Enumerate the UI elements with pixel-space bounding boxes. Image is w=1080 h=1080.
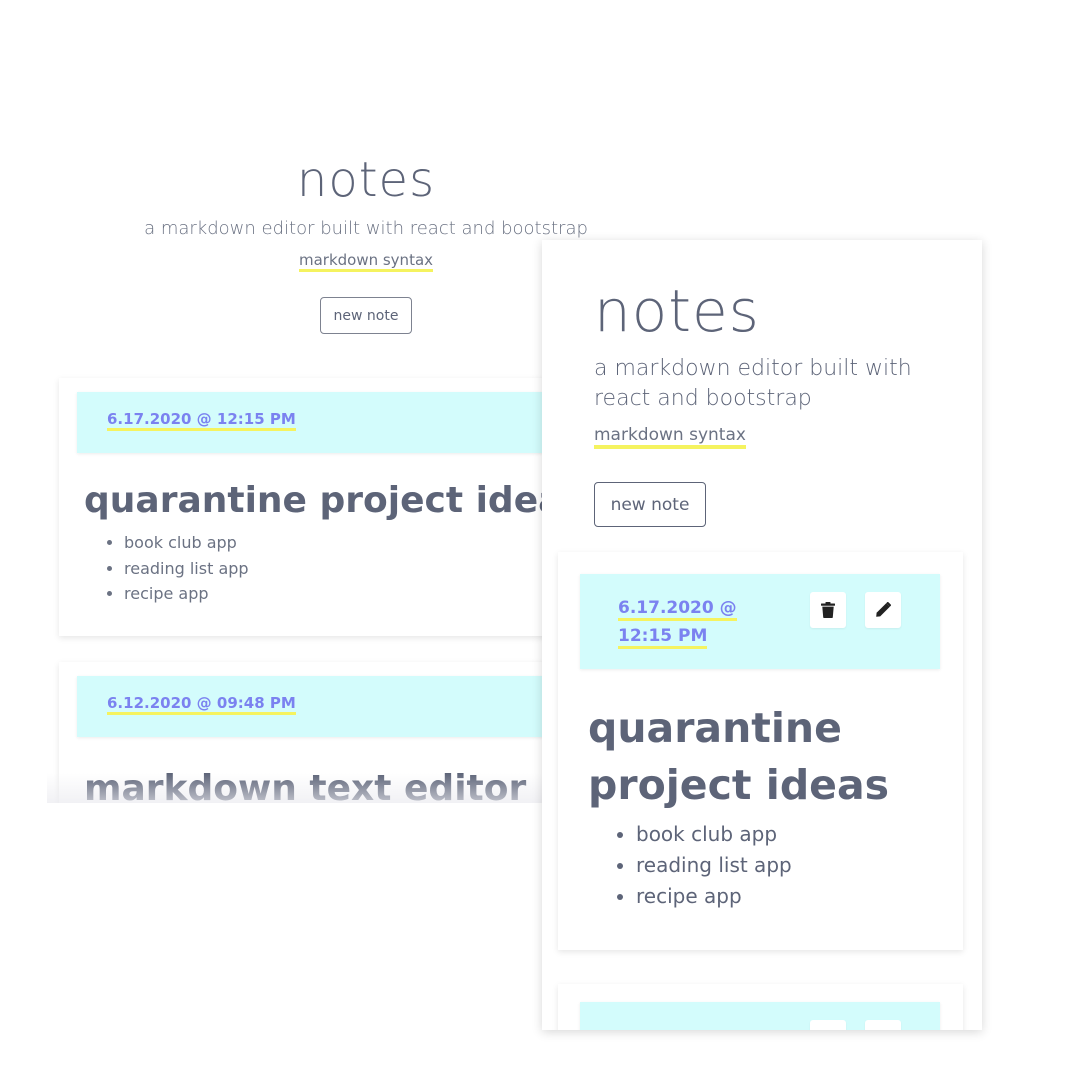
list-item: book club app bbox=[124, 530, 249, 556]
mobile-view: notes a markdown editor built with react… bbox=[542, 240, 982, 1030]
note-date-link[interactable]: 6.17.2020 @ 12:15 PM bbox=[107, 410, 296, 431]
note-card-header: 6.17.2020 @ 12:15 PM bbox=[580, 574, 940, 669]
edit-note-button[interactable] bbox=[865, 592, 901, 628]
note-date-text: 6.17.2020 @ 12:15 PM bbox=[618, 598, 737, 649]
note-title: quarantine project ideas bbox=[588, 704, 890, 809]
edit-note-button[interactable] bbox=[865, 1020, 901, 1030]
page-title: notes bbox=[296, 152, 436, 208]
delete-note-button[interactable] bbox=[810, 1020, 846, 1030]
note-date-link[interactable]: 6.12.2020 @ 09:48 PM bbox=[107, 694, 296, 715]
note-card: 6.17.2020 @ 12:15 PM quarantine project … bbox=[558, 552, 963, 950]
list-item: book club app bbox=[636, 819, 792, 850]
trash-icon bbox=[821, 602, 835, 618]
list-item: recipe app bbox=[636, 881, 792, 912]
note-title: quarantine project ideas bbox=[84, 480, 584, 521]
list-item: reading list app bbox=[124, 556, 249, 582]
pencil-icon bbox=[876, 602, 891, 617]
note-card-header bbox=[580, 1002, 940, 1030]
page-title: notes bbox=[594, 277, 760, 345]
note-date-link[interactable]: 6.17.2020 @ 12:15 PM bbox=[618, 594, 748, 650]
note-list: book club app reading list app recipe ap… bbox=[104, 530, 249, 607]
new-note-button[interactable]: new note bbox=[594, 482, 706, 527]
delete-note-button[interactable] bbox=[810, 592, 846, 628]
list-item: recipe app bbox=[124, 581, 249, 607]
markdown-syntax-link[interactable]: markdown syntax bbox=[594, 425, 746, 449]
new-note-button[interactable]: new note bbox=[320, 297, 412, 334]
note-title: markdown text editor bbox=[84, 768, 527, 803]
note-list: book club app reading list app recipe ap… bbox=[616, 819, 792, 912]
markdown-syntax-link[interactable]: markdown syntax bbox=[298, 251, 434, 272]
note-card bbox=[558, 984, 963, 1030]
list-item: reading list app bbox=[636, 850, 792, 881]
page-subtitle: a markdown editor built with react and b… bbox=[144, 218, 588, 239]
page-subtitle: a markdown editor built with react and b… bbox=[594, 356, 912, 411]
